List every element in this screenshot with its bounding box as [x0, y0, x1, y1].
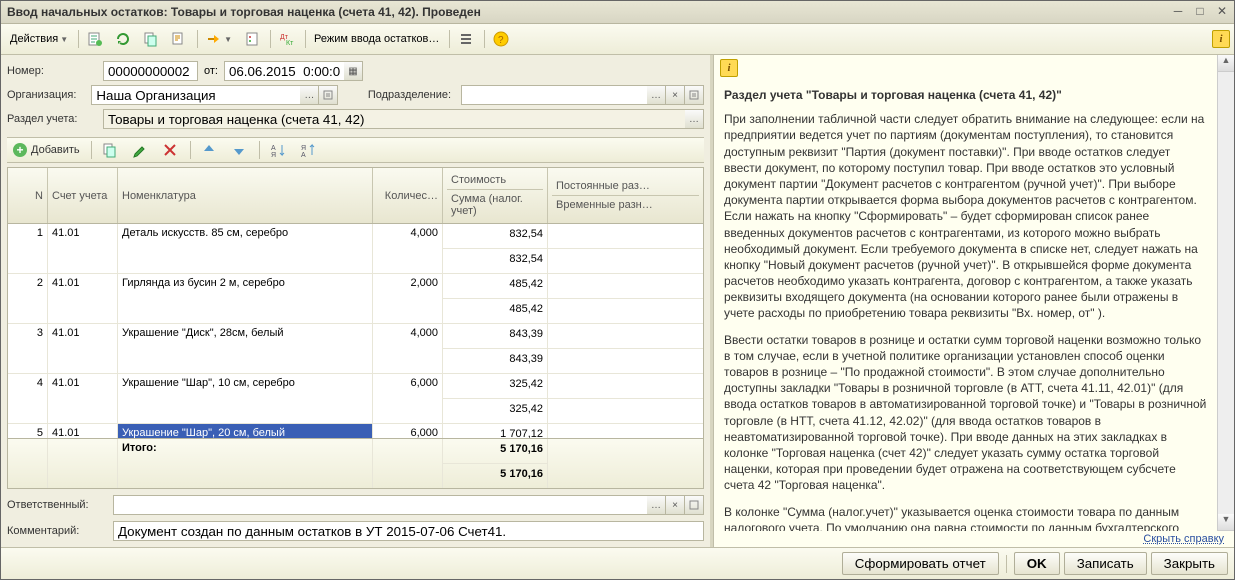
totals-label: Итого: — [118, 439, 372, 457]
help-icon[interactable]: ? — [488, 29, 514, 49]
items-grid[interactable]: N Счет учета Номенклатура Количес… Стоим… — [7, 167, 704, 489]
date-field[interactable] — [224, 61, 344, 81]
open-icon[interactable] — [319, 85, 338, 105]
total-cost2: 5 170,16 — [443, 464, 547, 488]
responsible-label: Ответственный: — [7, 499, 107, 511]
responsible-picker[interactable]: … × — [113, 495, 704, 515]
window-title: Ввод начальных остатков: Товары и торгов… — [3, 5, 1166, 19]
actions-menu[interactable]: Действия▼ — [5, 29, 73, 49]
section-label: Раздел учета: — [7, 113, 97, 125]
table-row[interactable]: 141.01Деталь искусств. 85 см, серебро4,0… — [8, 224, 703, 274]
minimize-button[interactable]: ─ — [1168, 4, 1188, 20]
ok-button[interactable]: OK — [1014, 552, 1060, 575]
col-account[interactable]: Счет учета — [48, 168, 118, 223]
grid-toolbar: +Добавить АЯ ЯА — [7, 137, 704, 163]
comment-label: Комментарий: — [7, 525, 107, 537]
footer: Сформировать отчет OK Записать Закрыть — [1, 547, 1234, 579]
responsible-field[interactable] — [113, 495, 647, 515]
select-icon[interactable]: … — [647, 495, 666, 515]
sort-asc-icon[interactable]: АЯ — [265, 140, 291, 160]
hide-help-link[interactable]: Скрыть справку — [1143, 533, 1224, 545]
structure-icon[interactable] — [239, 29, 265, 49]
maximize-button[interactable]: □ — [1190, 4, 1210, 20]
col-cost[interactable]: СтоимостьСумма (налог. учет) — [443, 168, 548, 223]
help-pane: i Раздел учета "Товары и торговая наценк… — [713, 55, 1234, 547]
table-row[interactable]: 441.01Украшение "Шар", 10 см, серебро6,0… — [8, 374, 703, 424]
titlebar: Ввод начальных остатков: Товары и торгов… — [1, 1, 1234, 24]
goto-icon[interactable]: ▼ — [201, 29, 237, 49]
section-picker[interactable]: … — [103, 109, 704, 129]
help-content: Раздел учета "Товары и торговая наценка … — [714, 81, 1217, 531]
list-icon[interactable] — [453, 29, 479, 49]
clear-icon[interactable]: × — [666, 85, 685, 105]
select-icon[interactable]: … — [300, 85, 319, 105]
svg-text:?: ? — [498, 35, 504, 46]
move-up-icon[interactable] — [196, 140, 222, 160]
svg-text:Кт: Кт — [286, 40, 294, 47]
calendar-icon[interactable]: ▦ — [344, 61, 363, 81]
mode-button[interactable]: Режим ввода остатков… — [309, 29, 444, 49]
scroll-down-icon[interactable]: ▼ — [1218, 514, 1234, 531]
grid-header: N Счет учета Номенклатура Количес… Стоим… — [8, 168, 703, 224]
select-icon[interactable]: … — [647, 85, 666, 105]
section-field[interactable] — [103, 109, 685, 129]
copy-row-icon[interactable] — [97, 140, 123, 160]
main-toolbar: Действия▼ ▼ ДтКт Режим ввода остатков… ?… — [1, 24, 1234, 55]
close-button[interactable]: Закрыть — [1151, 552, 1228, 575]
table-row[interactable]: 341.01Украшение "Диск", 28см, белый4,000… — [8, 324, 703, 374]
comment-field[interactable] — [113, 521, 704, 541]
edit-row-icon[interactable] — [127, 140, 153, 160]
clear-icon[interactable]: × — [666, 495, 685, 515]
close-window-button[interactable]: ✕ — [1212, 4, 1232, 20]
dept-picker[interactable]: … × — [461, 85, 704, 105]
number-field[interactable] — [103, 61, 198, 81]
org-label: Организация: — [7, 89, 85, 101]
number-label: Номер: — [7, 65, 97, 77]
total-cost1: 5 170,16 — [443, 439, 547, 464]
col-n[interactable]: N — [8, 168, 48, 223]
add-row-button[interactable]: +Добавить — [7, 141, 86, 159]
sort-desc-icon[interactable]: ЯА — [295, 140, 321, 160]
open-icon[interactable] — [685, 495, 704, 515]
move-down-icon[interactable] — [226, 140, 252, 160]
org-picker[interactable]: … — [91, 85, 338, 105]
help-scrollbar[interactable]: ▲ ▼ — [1217, 55, 1234, 531]
form-report-button[interactable]: Сформировать отчет — [842, 552, 999, 575]
copy-icon[interactable] — [138, 29, 164, 49]
col-diff[interactable]: Постоянные раз…Временные разн… — [548, 168, 703, 223]
dept-field[interactable] — [461, 85, 647, 105]
col-quantity[interactable]: Количес… — [373, 168, 443, 223]
save-button[interactable]: Записать — [1064, 552, 1147, 575]
help-title: Раздел учета "Товары и торговая наценка … — [724, 87, 1207, 103]
dtkt-icon[interactable]: ДтКт — [274, 29, 300, 49]
dept-label: Подразделение: — [368, 89, 455, 101]
svg-text:А: А — [301, 152, 306, 158]
svg-text:Я: Я — [271, 152, 276, 158]
open-icon[interactable] — [685, 85, 704, 105]
col-nomenclature[interactable]: Номенклатура — [118, 168, 373, 223]
svg-text:Я: Я — [301, 145, 306, 152]
post-document-icon[interactable] — [82, 29, 108, 49]
info-icon[interactable]: i — [1212, 30, 1230, 48]
scroll-up-icon[interactable]: ▲ — [1218, 55, 1234, 72]
info-icon: i — [720, 59, 738, 77]
org-field[interactable] — [91, 85, 300, 105]
refresh-icon[interactable] — [110, 29, 136, 49]
table-row[interactable]: 241.01Гирлянда из бусин 2 м, серебро2,00… — [8, 274, 703, 324]
select-icon[interactable]: … — [685, 109, 704, 129]
plus-icon: + — [13, 143, 27, 157]
svg-text:А: А — [271, 145, 276, 152]
from-label: от: — [204, 65, 218, 77]
table-row[interactable]: 541.01Украшение "Шар", 20 см, белый6,000… — [8, 424, 703, 438]
basedon-icon[interactable] — [166, 29, 192, 49]
date-picker[interactable]: ▦ — [224, 61, 363, 81]
delete-row-icon[interactable] — [157, 140, 183, 160]
